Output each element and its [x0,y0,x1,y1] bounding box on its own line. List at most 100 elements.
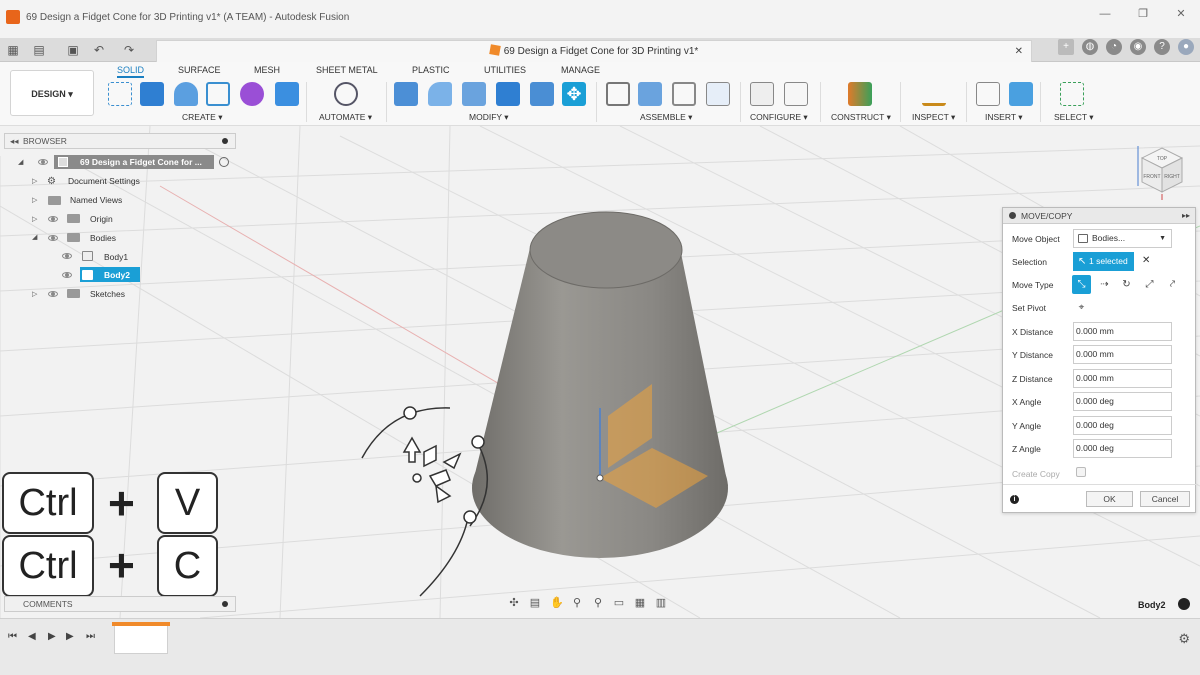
browser-item-document-settings[interactable]: Document Settings [68,173,140,189]
y-angle-input[interactable]: 0.000 deg [1073,416,1172,435]
timeline-marker[interactable] [112,622,170,626]
expand-icon[interactable]: ▷ [32,290,37,298]
free-move-icon[interactable]: ⤡ [1072,275,1091,294]
look-at-icon[interactable]: ▤ [529,597,541,609]
browser-root-item[interactable]: 69 Design a Fidget Cone for ... [54,155,214,169]
create-copy-checkbox[interactable] [1076,467,1086,477]
expand-root-icon[interactable]: ◢ [18,158,23,166]
grid-settings-icon[interactable]: ▦ [634,597,646,609]
visibility-eye-icon[interactable] [62,253,72,259]
automate-group-label[interactable]: AUTOMATE ▾ [319,112,372,123]
create-group-label[interactable]: CREATE ▾ [182,112,222,123]
configure-group-label[interactable]: CONFIGURE ▾ [750,112,808,123]
job-status-icon[interactable]: ◔ [1106,39,1122,55]
set-pivot-icon[interactable]: ⌖ [1072,298,1091,317]
view-cube-top-label[interactable]: TOP [1157,156,1168,162]
step-back-icon[interactable]: ◀ [28,631,36,642]
move-copy-icon[interactable]: ✥ [562,82,586,106]
visibility-eye-icon[interactable] [62,272,72,278]
insert-derive-icon[interactable] [976,82,1000,106]
comments-panel[interactable]: COMMENTS [4,596,236,612]
as-built-joint-icon[interactable] [672,82,696,106]
collapse-icon[interactable]: ◂◂ [10,134,19,148]
pin-icon[interactable] [222,138,228,144]
browser-item-origin[interactable]: Origin [90,211,113,227]
browser-item-body1[interactable]: Body1 [104,249,128,265]
help-icon[interactable]: ? [1154,39,1170,55]
add-comment-icon[interactable] [222,601,228,607]
inspect-group-label[interactable]: INSPECT ▾ [912,112,955,123]
insert-image-icon[interactable] [1009,82,1033,106]
go-to-start-icon[interactable]: ⏮ [8,631,17,642]
new-tab-icon[interactable]: + [1058,39,1074,55]
visibility-eye-icon[interactable] [48,216,58,222]
expand-icon[interactable]: ▷ [32,196,37,204]
translate-icon[interactable]: ⇢ [1095,275,1114,294]
visibility-eye-icon[interactable] [38,159,48,165]
x-angle-input[interactable]: 0.000 deg [1073,392,1172,411]
new-component-icon[interactable] [606,82,630,106]
y-distance-input[interactable]: 0.000 mm [1073,345,1172,364]
browser-item-bodies[interactable]: Bodies [90,230,116,246]
browser-panel-header[interactable]: ◂◂ BROWSER [4,133,236,149]
extensions-icon[interactable]: ◍ [1082,39,1098,55]
close-icon[interactable]: ✕ [1162,0,1200,30]
expand-dialog-icon[interactable]: ▸▸ [1182,208,1190,224]
tab-mesh[interactable]: MESH [254,65,280,75]
timeline-track[interactable] [114,624,168,654]
tab-solid[interactable]: SOLID [117,65,145,78]
move-object-dropdown[interactable]: Bodies... ▼ [1073,229,1172,248]
avatar[interactable]: ● [1178,39,1194,55]
pattern-icon[interactable] [206,82,230,106]
grid-menu-icon[interactable]: ▦ [6,43,20,57]
fillet-icon[interactable] [428,82,452,106]
tab-manage[interactable]: MANAGE [561,65,600,75]
assemble-group-label[interactable]: ASSEMBLE ▾ [640,112,692,123]
view-cube-front-label[interactable]: FRONT [1143,174,1160,180]
shell-icon[interactable] [462,82,486,106]
visibility-eye-icon[interactable] [48,235,58,241]
ok-button[interactable]: OK [1086,491,1133,507]
info-icon[interactable]: i [1010,495,1019,504]
automate-icon[interactable] [334,82,358,106]
form-icon[interactable] [240,82,264,106]
document-tab[interactable]: 69 Design a Fidget Cone for 3D Printing … [156,40,1032,62]
tab-sheet-metal[interactable]: SHEET METAL [316,65,378,75]
measure-icon[interactable] [922,82,946,106]
tab-surface[interactable]: SURFACE [178,65,221,75]
rotate-icon[interactable]: ↻ [1117,275,1136,294]
configure-icon[interactable] [750,82,774,106]
point-to-point-icon[interactable]: ⤢ [1140,275,1159,294]
workspace-switcher[interactable]: DESIGN ▾ [10,70,94,116]
minimize-icon[interactable]: — [1086,0,1124,30]
activate-radio-icon[interactable] [219,157,229,167]
visibility-eye-icon[interactable] [48,291,58,297]
joint-origin-icon[interactable] [706,82,730,106]
selection-filter-icon[interactable] [1178,598,1190,610]
orbit-icon[interactable]: ✣ [508,597,520,609]
undo-icon[interactable]: ↶ [92,43,106,57]
zoom-icon[interactable]: ⚲ [571,597,583,609]
close-tab-icon[interactable]: ✕ [1015,41,1023,63]
configure-table-icon[interactable] [784,82,808,106]
extrude-icon[interactable] [140,82,164,106]
expand-icon[interactable]: ▷ [32,215,37,223]
timeline-settings-icon[interactable]: ⚙ [1178,631,1190,647]
revolve-icon[interactable] [174,82,198,106]
viewports-icon[interactable]: ▥ [655,597,667,609]
play-icon[interactable]: ▶ [48,631,56,642]
cancel-button[interactable]: Cancel [1140,491,1190,507]
move-copy-header[interactable]: MOVE/COPY ▸▸ [1003,208,1195,224]
split-body-icon[interactable] [530,82,554,106]
browser-item-body2[interactable]: Body2 [104,267,130,283]
point-to-position-icon[interactable]: ⤤ [1163,275,1182,294]
insert-group-label[interactable]: INSERT ▾ [985,112,1023,123]
move-gizmo[interactable] [361,406,489,597]
collapse-icon[interactable]: ◢ [32,233,37,241]
create-sketch-icon[interactable] [108,82,132,106]
save-icon[interactable]: ▣ [66,43,80,57]
browser-item-sketches[interactable]: Sketches [90,286,125,302]
select-group-label[interactable]: SELECT ▾ [1054,112,1094,123]
maximize-icon[interactable]: ❐ [1124,0,1162,30]
display-settings-icon[interactable]: ▭ [613,597,625,609]
